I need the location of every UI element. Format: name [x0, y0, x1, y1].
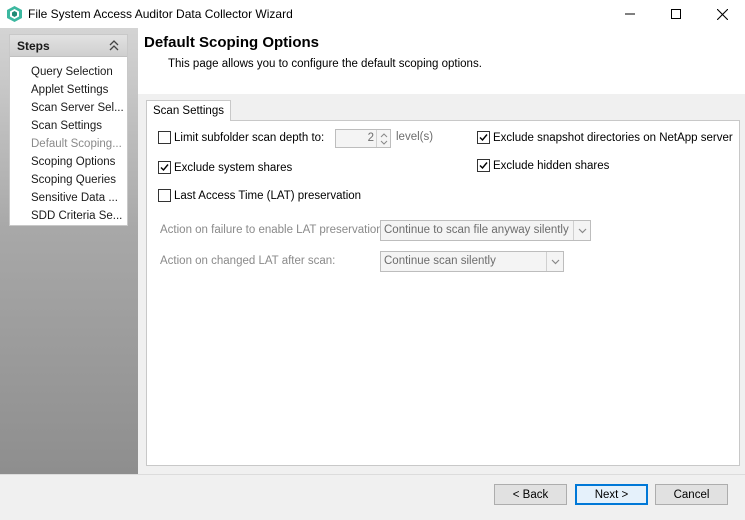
exclude-system-shares-label: Exclude system shares	[174, 161, 293, 174]
sidebar: Steps Query Selection Applet Settings Sc…	[0, 28, 138, 474]
step-scan-server-selection[interactable]: Scan Server Sel...	[10, 99, 127, 117]
collapse-chevron-icon[interactable]	[109, 40, 119, 51]
lat-failure-select[interactable]: Continue to scan file anyway silently	[380, 220, 591, 241]
step-sdd-criteria[interactable]: SDD Criteria Se...	[10, 207, 127, 225]
exclude-snapshot-checkbox[interactable]	[477, 131, 490, 144]
checkmark-icon	[160, 164, 169, 172]
checkmark-icon	[479, 162, 488, 170]
step-scoping-options[interactable]: Scoping Options	[10, 153, 127, 171]
tab-scan-settings[interactable]: Scan Settings	[146, 100, 231, 121]
minimize-button[interactable]	[607, 0, 653, 28]
maximize-button[interactable]	[653, 0, 699, 28]
lat-failure-dropdown[interactable]	[573, 221, 590, 240]
exclude-hidden-shares-option[interactable]: Exclude hidden shares	[477, 159, 609, 172]
depth-value: 2	[367, 132, 374, 144]
chevron-down-icon	[380, 140, 388, 145]
lat-preservation-label: Last Access Time (LAT) preservation	[174, 189, 362, 202]
exclude-snapshot-option[interactable]: Exclude snapshot directories on NetApp s…	[477, 131, 733, 144]
steps-list: Query Selection Applet Settings Scan Ser…	[10, 57, 127, 225]
close-button[interactable]	[699, 0, 745, 28]
limit-subfolder-option[interactable]: Limit subfolder scan depth to:	[158, 131, 324, 144]
back-button[interactable]: < Back	[494, 484, 567, 505]
lat-preservation-option[interactable]: Last Access Time (LAT) preservation	[158, 189, 361, 202]
minimize-icon	[625, 13, 635, 15]
footer: < Back Next > Cancel	[0, 474, 745, 520]
window-title: File System Access Auditor Data Collecto…	[28, 7, 293, 21]
step-scan-settings[interactable]: Scan Settings	[10, 117, 127, 135]
lat-changed-select[interactable]: Continue scan silently	[380, 251, 564, 272]
limit-subfolder-checkbox[interactable]	[158, 131, 171, 144]
lat-preservation-checkbox[interactable]	[158, 189, 171, 202]
exclude-snapshot-label: Exclude snapshot directories on NetApp s…	[493, 131, 733, 144]
lat-changed-value: Continue scan silently	[384, 255, 496, 267]
depth-stepper[interactable]: 2	[335, 129, 391, 148]
page-header: Default Scoping Options This page allows…	[138, 28, 745, 94]
lat-changed-label: Action on changed LAT after scan:	[160, 255, 336, 267]
steps-panel: Steps Query Selection Applet Settings Sc…	[9, 34, 128, 226]
depth-stepper-buttons[interactable]	[376, 130, 390, 147]
exclude-hidden-shares-checkbox[interactable]	[477, 159, 490, 172]
page-title: Default Scoping Options	[144, 34, 319, 51]
next-button[interactable]: Next >	[575, 484, 648, 505]
chevron-down-icon	[551, 259, 559, 264]
chevron-down-icon	[578, 228, 586, 233]
exclude-system-shares-option[interactable]: Exclude system shares	[158, 161, 292, 174]
checkmark-icon	[479, 134, 488, 142]
step-default-scoping[interactable]: Default Scoping...	[10, 135, 127, 153]
lat-changed-dropdown[interactable]	[546, 252, 563, 271]
cancel-button[interactable]: Cancel	[655, 484, 728, 505]
step-applet-settings[interactable]: Applet Settings	[10, 81, 127, 99]
close-icon	[716, 8, 728, 20]
depth-unit-label: level(s)	[396, 131, 434, 143]
step-query-selection[interactable]: Query Selection	[10, 63, 127, 81]
scan-settings-panel: Limit subfolder scan depth to: 2 level(s…	[146, 120, 740, 466]
title-bar: File System Access Auditor Data Collecto…	[0, 0, 745, 28]
page-description: This page allows you to configure the de…	[168, 58, 482, 70]
step-sensitive-data[interactable]: Sensitive Data ...	[10, 189, 127, 207]
exclude-hidden-shares-label: Exclude hidden shares	[493, 159, 610, 172]
chevron-up-icon	[380, 133, 388, 138]
maximize-icon	[671, 9, 681, 19]
lat-failure-label: Action on failure to enable LAT preserva…	[160, 224, 386, 236]
app-logo-icon	[7, 6, 22, 22]
limit-subfolder-label: Limit subfolder scan depth to:	[174, 131, 325, 144]
steps-header[interactable]: Steps	[10, 35, 127, 57]
content-area: Scan Settings Limit subfolder scan depth…	[138, 94, 745, 474]
steps-header-label: Steps	[17, 39, 50, 53]
lat-failure-value: Continue to scan file anyway silently	[384, 224, 569, 236]
exclude-system-shares-checkbox[interactable]	[158, 161, 171, 174]
step-scoping-queries[interactable]: Scoping Queries	[10, 171, 127, 189]
